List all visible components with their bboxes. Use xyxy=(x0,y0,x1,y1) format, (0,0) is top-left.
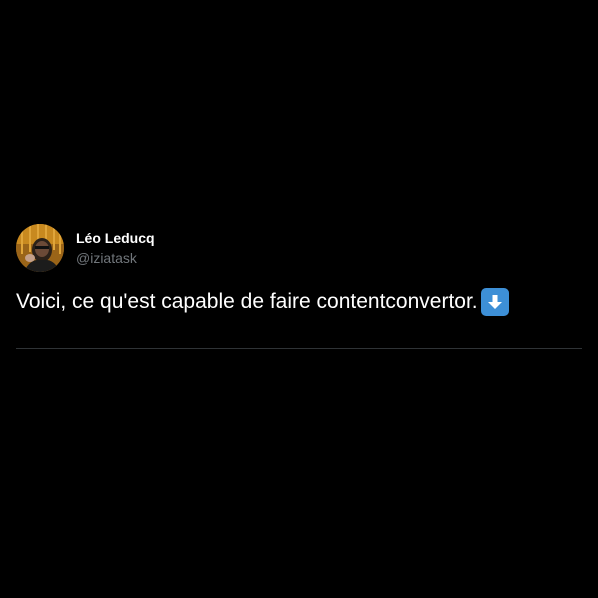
author-display-name[interactable]: Léo Leducq xyxy=(76,229,155,247)
tweet-text-content: Voici, ce qu'est capable de faire conten… xyxy=(16,290,478,313)
author-names: Léo Leducq @iziatask xyxy=(76,229,155,267)
avatar-image xyxy=(16,224,64,272)
tweet: Léo Leducq @iziatask Voici, ce qu'est ca… xyxy=(16,224,582,316)
arrow-down-emoji-icon xyxy=(480,288,509,316)
tweet-text: Voici, ce qu'est capable de faire conten… xyxy=(16,288,582,316)
divider xyxy=(16,348,582,349)
author-handle[interactable]: @iziatask xyxy=(76,249,155,267)
tweet-header: Léo Leducq @iziatask xyxy=(16,224,582,272)
avatar[interactable] xyxy=(16,224,64,272)
